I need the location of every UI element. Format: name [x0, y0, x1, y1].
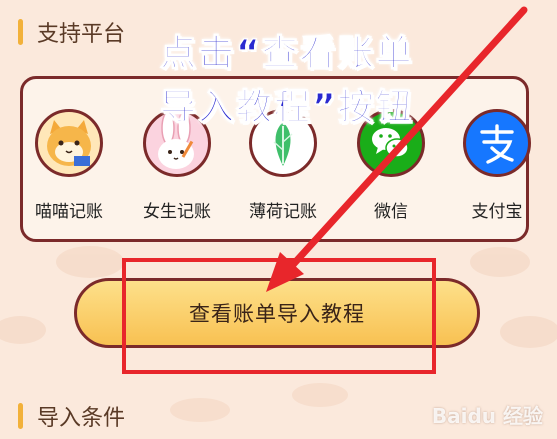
platform-label: 支付宝 [471, 202, 523, 222]
section-accent-bar [18, 403, 23, 429]
platform-item-miaomiao[interactable]: 喵喵记账 [19, 109, 119, 222]
section-title-platforms: 支持平台 [18, 16, 125, 48]
platform-label: 喵喵记账 [35, 202, 103, 222]
section-accent-bar [18, 19, 23, 45]
view-import-guide-button[interactable]: 查看账单导入教程 [74, 278, 480, 348]
platform-item-alipay[interactable]: 支付宝 [447, 109, 547, 222]
callout-text-line2: 导入教程”按钮 [159, 86, 414, 128]
callout-text-line1: 点击“查看账单 [159, 32, 414, 74]
section-title-text: 导入条件 [37, 406, 126, 431]
platform-label: 薄荷记账 [249, 202, 317, 222]
watermark: Baidu 经验 [431, 404, 543, 428]
platform-label: 女生记账 [143, 202, 211, 222]
cat-mascot-icon [35, 109, 103, 177]
alipay-icon [463, 109, 531, 177]
section-title-conditions: 导入条件 [18, 400, 125, 432]
platform-label: 微信 [374, 202, 408, 222]
section-title-text: 支持平台 [37, 22, 126, 47]
